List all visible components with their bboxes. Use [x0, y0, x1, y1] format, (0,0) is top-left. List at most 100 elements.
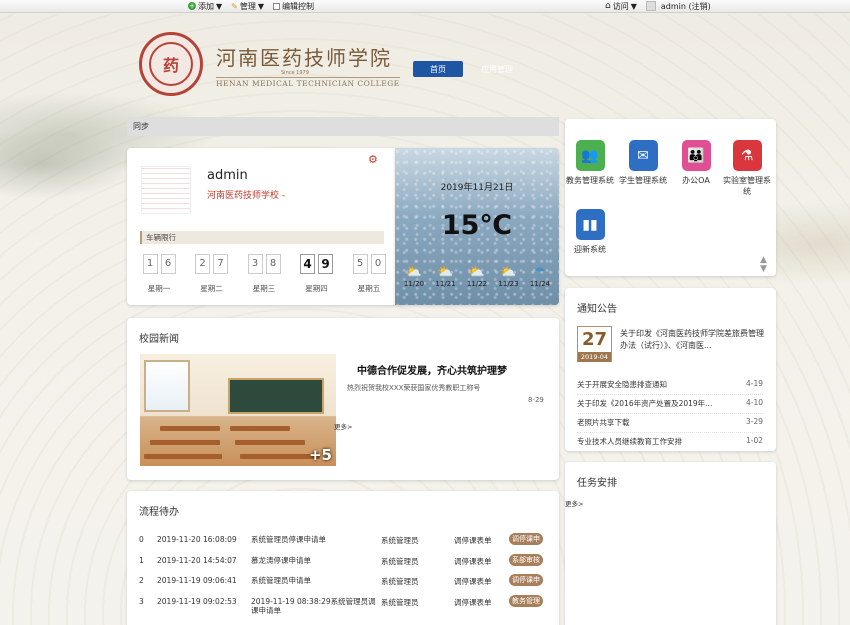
caret-down-icon: ▼ — [216, 1, 223, 11]
plate-thu: 49 星期四 — [298, 254, 336, 294]
partly-sunny-icon: ⛅ — [437, 265, 454, 280]
notice-title: 关于印发《2016年资产处置及2019年... — [577, 399, 713, 408]
row-title[interactable]: 2019-11-19 08:38:29系统管理员调课申请单 — [251, 597, 377, 615]
row-time: 2019-11-19 09:06:41 — [157, 576, 237, 585]
profile-school[interactable]: 河南医药技师学校 - — [207, 188, 285, 201]
process-todo-card: 流程待办 0 2019-11-20 16:08:09 系统管理员停课申请单 系统… — [127, 491, 559, 625]
list-item[interactable]: 专业技术人员继续教育工作安排 1-02 — [577, 433, 763, 452]
calendar-badge: 27 2019-04 — [577, 326, 612, 362]
plate-wed: 38 星期三 — [245, 254, 283, 294]
apps-scroll-arrows[interactable]: ▲ ▼ — [760, 256, 767, 274]
row-index: 0 — [139, 535, 144, 544]
row-user: 系统管理员 — [381, 597, 419, 607]
plate-digit-active: 9 — [318, 254, 333, 274]
row-form: 调停课表单 — [454, 556, 492, 566]
table-row[interactable]: 3 2019-11-19 09:02:53 2019-11-19 08:38:2… — [139, 594, 549, 615]
featured-notice[interactable]: 关于印发《河南医药技师学院差旅费管理办法（试行）》、《河南医... — [620, 328, 770, 352]
calendar-day: 27 — [578, 327, 611, 352]
process-section-title: 流程待办 — [139, 507, 179, 518]
college-since: Since 1979 — [281, 70, 309, 76]
row-title[interactable]: 系统管理员停课申请单 — [251, 535, 377, 544]
weather-card: 2019年11月21日 15℃ ⛅ 11/20 ⛅ 11/21 ⛅ 11/22 ⛅ 11… — [395, 148, 559, 305]
notice-title: 老照片共享下载 — [577, 418, 630, 427]
app-lab[interactable]: ⚗ 实验室管理系统 — [722, 140, 772, 197]
table-row[interactable]: 0 2019-11-20 16:08:09 系统管理员停课申请单 系统管理员 调… — [139, 532, 549, 553]
news-subline[interactable]: 热烈祝贺我校XXX荣获国家优秀教职工称号 — [347, 383, 480, 393]
news-more-link[interactable]: 更多> — [334, 421, 352, 431]
edit-control-toggle[interactable]: 编辑控制 — [273, 1, 314, 12]
plate-tue: 27 星期二 — [193, 254, 231, 294]
desk — [160, 426, 220, 431]
app-label: 迎新系统 — [574, 245, 606, 254]
app-freshman[interactable]: ▮▮ 迎新系统 — [565, 209, 615, 255]
plate-digit: 5 — [352, 254, 368, 274]
row-time: 2019-11-19 09:02:53 — [157, 596, 237, 606]
tasks-section-title: 任务安排 — [577, 478, 617, 489]
list-item[interactable]: 老照片共享下载 3-29 — [577, 414, 763, 433]
plate-fri: 50 星期五 — [350, 254, 388, 294]
news-headline[interactable]: 中德合作促发展，齐心共筑护理梦 — [357, 362, 507, 377]
row-title[interactable]: 慕龙涛停课申请单 — [251, 556, 377, 565]
plate-digit: 0 — [370, 254, 386, 274]
table-row[interactable]: 2 2019-11-19 09:06:41 系统管理员申请单 系统管理员 调停课… — [139, 573, 549, 594]
calendar-month: 2019-04 — [578, 352, 611, 362]
app-student[interactable]: ✉ 学生管理系统 — [618, 140, 668, 186]
news-classroom-image[interactable]: +5 — [140, 354, 336, 466]
plate-day: 星期四 — [305, 284, 328, 293]
toolbar-right: ⌂ 访问 ▼ admin (注销) — [605, 0, 720, 13]
people-icon: 👥 — [575, 140, 605, 171]
profile-name: admin — [207, 168, 248, 183]
list-item[interactable]: 关于开展安全隐患排查通知 4-19 — [577, 376, 763, 395]
desk — [230, 426, 290, 431]
visit-menu[interactable]: ⌂ 访问 ▼ — [605, 1, 637, 12]
manage-menu[interactable]: ✎ 管理 ▼ — [231, 1, 264, 12]
college-seal-logo: 药 — [139, 32, 203, 96]
app-label: 办公OA — [682, 176, 710, 185]
forecast-day: ⛅ 11/21 — [433, 265, 459, 289]
plate-day: 星期二 — [200, 284, 223, 293]
partly-sunny-icon: ⛅ — [405, 265, 423, 280]
notices-card: 通知公告 27 2019-04 关于印发《河南医药技师学院差旅费管理办法（试行）… — [565, 288, 776, 452]
row-title[interactable]: 系统管理员申请单 — [251, 576, 377, 585]
nav-home-tab[interactable]: 首页 — [413, 61, 463, 77]
status-badge: 系部审核 — [509, 553, 543, 566]
row-user: 系统管理员 — [381, 556, 419, 566]
add-label: 添加 — [198, 1, 214, 11]
app-label: 学生管理系统 — [619, 176, 667, 185]
status-badge: 调停课申 — [509, 574, 543, 586]
plate-digit: 3 — [247, 254, 263, 274]
weather-date: 2019年11月21日 — [440, 183, 514, 193]
desk — [144, 454, 222, 459]
row-user: 系统管理员 — [381, 577, 419, 586]
home-icon: ⌂ — [605, 1, 611, 11]
partly-sunny-icon: ⛅ — [500, 265, 517, 280]
gear-icon[interactable]: ⚙ — [368, 153, 378, 166]
college-name-en: HENAN MEDICAL TECHNICIAN COLLEGE — [216, 77, 400, 88]
status-badge: 调停课申 — [509, 533, 543, 545]
table-row[interactable]: 1 2019-11-20 14:54:07 慕龙涛停课申请单 系统管理员 调停课… — [139, 553, 549, 574]
edit-control-label: 编辑控制 — [282, 1, 315, 11]
tasks-more-link[interactable]: 更多> — [565, 498, 583, 508]
app-oa[interactable]: 👪 办公OA — [671, 140, 721, 186]
app-academic[interactable]: 👥 教务管理系统 — [565, 140, 615, 186]
plate-digit: 7 — [213, 254, 228, 274]
notice-date: 1-02 — [745, 436, 763, 445]
tasks-card: 任务安排 更多> — [565, 462, 776, 625]
forecast-date: 11/24 — [529, 280, 551, 288]
list-item[interactable]: 关于印发《2016年资产处置及2019年... 4-10 — [577, 395, 763, 414]
notice-date: 3-29 — [745, 417, 763, 426]
plate-day: 星期三 — [252, 284, 276, 293]
plate-day: 星期一 — [147, 284, 171, 293]
app-label: 实验室管理系统 — [723, 176, 771, 196]
plate-digit: 2 — [195, 254, 210, 274]
add-menu[interactable]: + 添加 ▼ — [188, 1, 222, 12]
rain-icon: ☂ — [534, 265, 546, 280]
row-index: 3 — [139, 596, 144, 606]
edit-control-checkbox[interactable] — [273, 2, 281, 10]
nav-app-manage-tab[interactable]: 应用管理 — [481, 64, 513, 75]
breadcrumb: 同步 — [127, 117, 559, 136]
app-label: 教务管理系统 — [566, 176, 614, 185]
forecast-day: ⛅ 11/23 — [496, 265, 522, 289]
user-menu[interactable]: admin (注销) — [645, 1, 711, 12]
news-date: 8-29 — [528, 396, 544, 404]
